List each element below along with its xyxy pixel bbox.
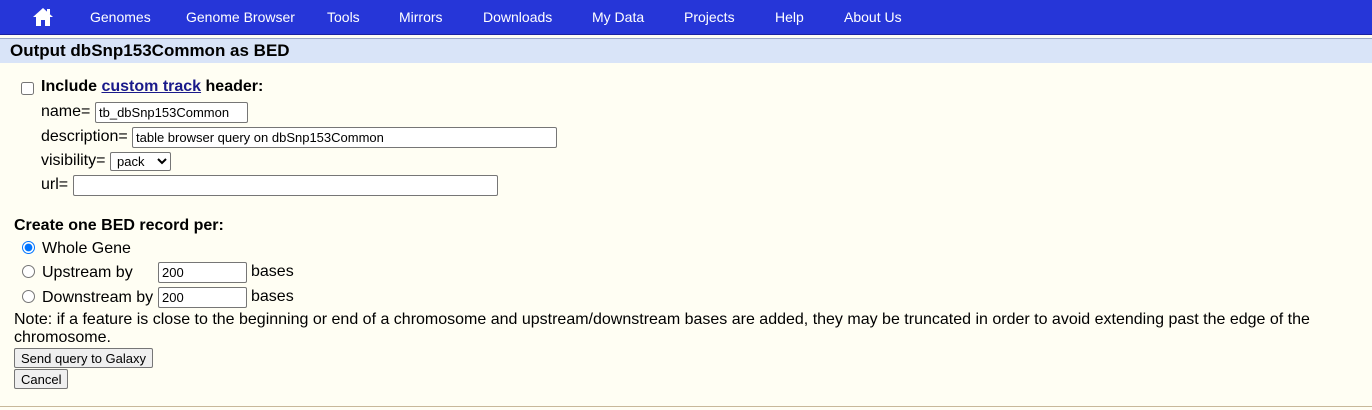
include-header-label: Include custom track header:	[41, 78, 263, 96]
whole-gene-radio[interactable]	[22, 241, 35, 254]
downstream-bases-label: bases	[251, 288, 294, 305]
include-prefix: Include	[41, 78, 98, 95]
track-description-field[interactable]	[132, 127, 557, 148]
visibility-label: visibility=	[41, 152, 106, 169]
description-label: description=	[41, 128, 128, 145]
bottom-divider	[0, 406, 1372, 407]
nav-tools[interactable]: Tools	[327, 9, 360, 25]
page-title: Output dbSnp153Common as BED	[10, 41, 290, 60]
upstream-bases-label: bases	[251, 263, 294, 280]
nav-downloads[interactable]: Downloads	[483, 9, 552, 25]
whole-gene-label: Whole Gene	[42, 240, 131, 257]
downstream-label: Downstream by	[42, 289, 154, 306]
track-url-field[interactable]	[73, 175, 498, 196]
truncation-note: Note: if a feature is close to the begin…	[14, 311, 1310, 346]
track-name-field[interactable]	[95, 102, 248, 123]
upstream-bases-field[interactable]	[158, 262, 247, 283]
custom-track-link[interactable]: custom track	[101, 78, 201, 95]
nav-about-us[interactable]: About Us	[844, 9, 902, 25]
home-icon[interactable]	[31, 6, 55, 28]
include-header-checkbox[interactable]	[21, 82, 34, 95]
visibility-select[interactable]: pack	[110, 152, 171, 171]
nav-mirrors[interactable]: Mirrors	[399, 9, 443, 25]
nav-my-data[interactable]: My Data	[592, 9, 644, 25]
upstream-radio[interactable]	[22, 265, 35, 278]
cancel-button[interactable]: Cancel	[14, 369, 69, 389]
name-label: name=	[41, 103, 91, 120]
nav-projects[interactable]: Projects	[684, 9, 735, 25]
downstream-radio[interactable]	[22, 290, 35, 303]
top-navbar: Genomes Genome Browser Tools Mirrors Dow…	[0, 0, 1372, 35]
upstream-label: Upstream by	[42, 264, 133, 281]
bed-record-heading: Create one BED record per:	[14, 217, 224, 234]
nav-genomes[interactable]: Genomes	[90, 9, 151, 25]
title-bar: Output dbSnp153Common as BED	[0, 38, 1372, 63]
send-to-galaxy-button[interactable]: Send query to Galaxy	[14, 348, 154, 368]
include-suffix: header:	[205, 78, 264, 95]
nav-genome-browser[interactable]: Genome Browser	[186, 9, 295, 25]
downstream-bases-field[interactable]	[158, 287, 247, 308]
url-label: url=	[41, 176, 69, 193]
nav-help[interactable]: Help	[775, 9, 804, 25]
